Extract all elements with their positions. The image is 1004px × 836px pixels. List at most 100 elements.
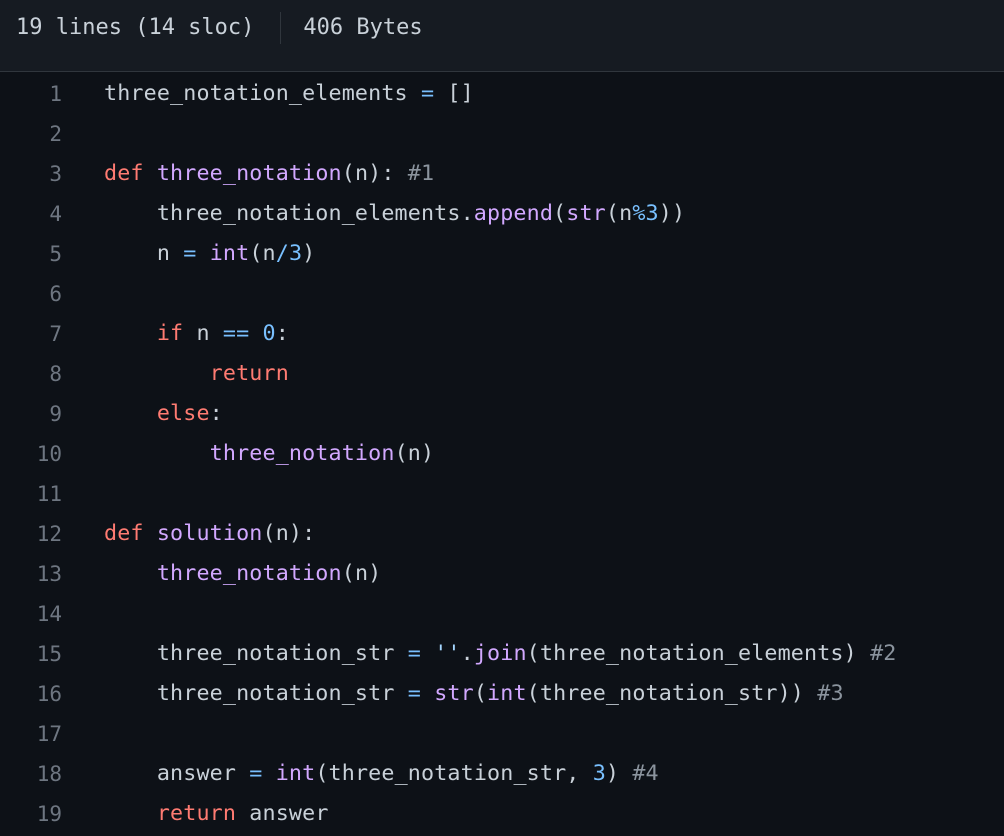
line-content: three_notation_elements.append(str(n%3)): [104, 194, 685, 234]
line-content: def solution(n):: [104, 514, 315, 554]
code-token: =: [407, 641, 421, 666]
code-token: #3: [817, 681, 844, 706]
code-body[interactable]: 1 three_notation_elements = [] 2 3 def three…: [0, 74, 1004, 834]
code-line: 10 three_notation(n): [0, 434, 1004, 474]
code-line: 11: [0, 474, 1004, 514]
line-count-label: 19 lines (14 sloc): [16, 15, 255, 40]
line-content: n = int(n/3): [104, 234, 315, 274]
line-number[interactable]: 15: [0, 634, 62, 674]
code-token: (three_notation_elements): [526, 641, 871, 666]
code-token: return: [156, 801, 237, 826]
code-token: (n: [249, 241, 276, 266]
code-token: n: [183, 321, 223, 346]
line-number[interactable]: 6: [0, 274, 62, 314]
line-number[interactable]: 12: [0, 514, 62, 554]
code-token: int: [275, 761, 316, 786]
code-token: str: [434, 681, 474, 706]
code-token: (n): [394, 441, 435, 466]
code-token: int: [209, 241, 250, 266]
file-info: 19 lines (14 sloc) 406 Bytes: [16, 12, 423, 44]
code-token: []: [434, 81, 474, 106]
code-token: )): [658, 201, 686, 226]
line-number[interactable]: 13: [0, 554, 62, 594]
line-content: three_notation_elements = []: [104, 74, 474, 114]
line-number[interactable]: 9: [0, 394, 62, 434]
code-token: #1: [407, 161, 435, 186]
line-content: else:: [104, 394, 223, 434]
code-token: def: [104, 161, 144, 186]
line-content: return: [104, 354, 289, 394]
code-token: (three_notation_str,: [315, 761, 593, 786]
code-token: else: [156, 401, 210, 426]
code-token: (: [553, 201, 567, 226]
code-token: def: [104, 521, 144, 546]
code-token: (three_notation_str)): [526, 681, 818, 706]
line-number[interactable]: 10: [0, 434, 62, 474]
line-content: three_notation_str = str(int(three_notat…: [104, 674, 844, 714]
code-line: 17: [0, 714, 1004, 754]
line-number[interactable]: 16: [0, 674, 62, 714]
code-token: (n: [605, 201, 633, 226]
line-number[interactable]: 2: [0, 114, 62, 154]
line-number[interactable]: 14: [0, 594, 62, 634]
divider: [280, 12, 282, 44]
code-line: 2: [0, 114, 1004, 154]
code-token: ): [605, 761, 633, 786]
line-content: def three_notation(n): #1: [104, 154, 434, 194]
line-number[interactable]: 1: [0, 74, 62, 114]
code-token: answer: [104, 761, 250, 786]
code-token: three_notation: [156, 161, 342, 186]
code-token: answer: [236, 801, 329, 826]
code-token: append: [473, 201, 554, 226]
code-token: if: [156, 321, 184, 346]
code-token: .: [460, 641, 474, 666]
line-content: if n == 0:: [104, 314, 289, 354]
code-token: 3: [592, 761, 606, 786]
code-line: 12 def solution(n):: [0, 514, 1004, 554]
code-token: three_notation_elements: [104, 81, 421, 106]
line-number[interactable]: 11: [0, 474, 62, 514]
code-token: (n):: [262, 521, 316, 546]
code-token: =: [183, 241, 197, 266]
line-number[interactable]: 4: [0, 194, 62, 234]
code-viewer: 19 lines (14 sloc) 406 Bytes 1 three_nota…: [0, 0, 1004, 836]
code-token: ): [302, 241, 316, 266]
file-header: 19 lines (14 sloc) 406 Bytes: [0, 0, 1004, 72]
code-token: three_notation_elements.: [104, 201, 474, 226]
code-token: =: [249, 761, 263, 786]
code-token: three_notation_str: [104, 681, 408, 706]
code-token: 3: [645, 201, 659, 226]
code-token: 3: [288, 241, 303, 266]
line-number[interactable]: 8: [0, 354, 62, 394]
code-token: str: [566, 201, 606, 226]
line-number[interactable]: 19: [0, 794, 62, 834]
code-line: 14: [0, 594, 1004, 634]
line-number[interactable]: 18: [0, 754, 62, 794]
code-line: 1 three_notation_elements = []: [0, 74, 1004, 114]
code-line: 15 three_notation_str = ''.join(three_no…: [0, 634, 1004, 674]
code-token: %: [632, 201, 646, 226]
line-number[interactable]: 17: [0, 714, 62, 754]
code-token: =: [420, 81, 435, 106]
line-number[interactable]: 5: [0, 234, 62, 274]
line-number[interactable]: 3: [0, 154, 62, 194]
code-line: 19 return answer: [0, 794, 1004, 834]
code-line: 8 return: [0, 354, 1004, 394]
code-token: three_notation: [156, 561, 342, 586]
code-line: 9 else:: [0, 394, 1004, 434]
line-content: three_notation(n): [104, 554, 381, 594]
line-number[interactable]: 7: [0, 314, 62, 354]
code-line: 3 def three_notation(n): #1: [0, 154, 1004, 194]
code-token: join: [473, 641, 527, 666]
code-token: (: [473, 681, 488, 706]
